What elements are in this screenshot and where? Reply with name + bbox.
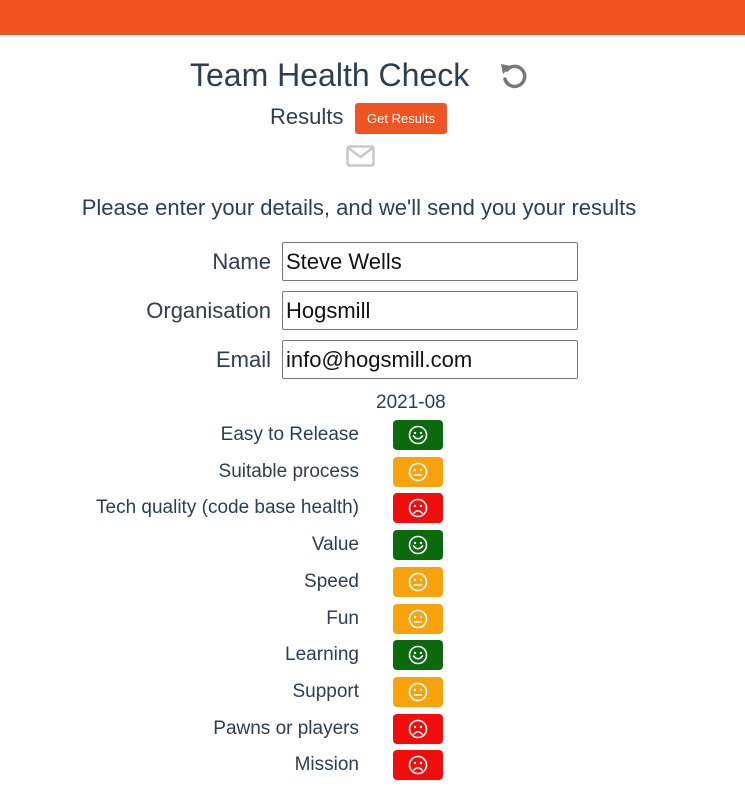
- sad-face-icon: [408, 755, 428, 775]
- health-check-label: Suitable process: [218, 460, 359, 482]
- health-check-row: Value: [0, 530, 745, 561]
- health-check-row: Support: [0, 676, 745, 707]
- happy-face-icon: [408, 645, 428, 665]
- status-badge[interactable]: [393, 676, 443, 707]
- health-check-label: Fun: [326, 607, 359, 629]
- health-check-row: Easy to Release: [0, 420, 745, 450]
- name-label: Name: [212, 249, 271, 274]
- health-check-label: Speed: [304, 570, 359, 592]
- period-heading: 2021-08: [376, 392, 446, 413]
- sad-face-icon: [408, 498, 428, 518]
- health-check-label: Value: [311, 534, 359, 556]
- neutral-face-icon: [408, 572, 428, 592]
- health-check-row: Speed: [0, 566, 745, 597]
- health-check-label: Easy to Release: [220, 424, 359, 445]
- status-badge[interactable]: [393, 750, 443, 781]
- health-check-label: Learning: [285, 644, 359, 666]
- status-badge[interactable]: [393, 566, 443, 597]
- name-field[interactable]: [282, 242, 578, 281]
- title-row: Team Health Check: [0, 55, 745, 95]
- email-row: Email: [0, 340, 745, 379]
- results-row: Results Get Results: [0, 102, 745, 134]
- get-results-button[interactable]: Get Results: [355, 103, 447, 134]
- email-label: Email: [215, 347, 271, 372]
- status-badge[interactable]: [393, 530, 443, 561]
- happy-face-icon: [408, 425, 428, 445]
- health-check-label: Support: [292, 680, 359, 702]
- status-badge[interactable]: [393, 640, 443, 671]
- details-prompt: Please enter your details, and we'll sen…: [81, 195, 637, 220]
- health-check-row: Suitable process: [0, 456, 745, 487]
- status-badge[interactable]: [393, 493, 443, 524]
- page-title: Team Health Check: [190, 57, 470, 93]
- results-label: Results: [270, 104, 344, 129]
- top-bar: [0, 0, 745, 35]
- health-check-row: Fun: [0, 603, 745, 634]
- neutral-face-icon: [408, 682, 428, 702]
- health-check-row: Tech quality (code base health): [0, 493, 745, 524]
- organisation-label: Organisation: [146, 298, 271, 323]
- status-badge[interactable]: [393, 420, 443, 450]
- health-check-row: Learning: [0, 640, 745, 671]
- status-badge[interactable]: [393, 603, 443, 634]
- happy-face-icon: [408, 535, 428, 555]
- organisation-field[interactable]: [282, 291, 578, 330]
- neutral-face-icon: [408, 609, 428, 629]
- status-badge[interactable]: [393, 456, 443, 487]
- sad-face-icon: [408, 719, 428, 739]
- health-check-row: Mission: [0, 750, 745, 781]
- health-check-row: Pawns or players: [0, 713, 745, 744]
- undo-icon[interactable]: [498, 60, 530, 92]
- name-row: Name: [0, 242, 745, 281]
- health-check-label: Mission: [294, 754, 359, 776]
- health-check-label: Tech quality (code base health): [96, 497, 359, 519]
- neutral-face-icon: [408, 462, 428, 482]
- email-field[interactable]: [282, 340, 578, 379]
- envelope-icon[interactable]: [346, 145, 375, 167]
- health-check-label: Pawns or players: [213, 717, 359, 739]
- organisation-row: Organisation: [0, 291, 745, 330]
- status-badge[interactable]: [393, 713, 443, 744]
